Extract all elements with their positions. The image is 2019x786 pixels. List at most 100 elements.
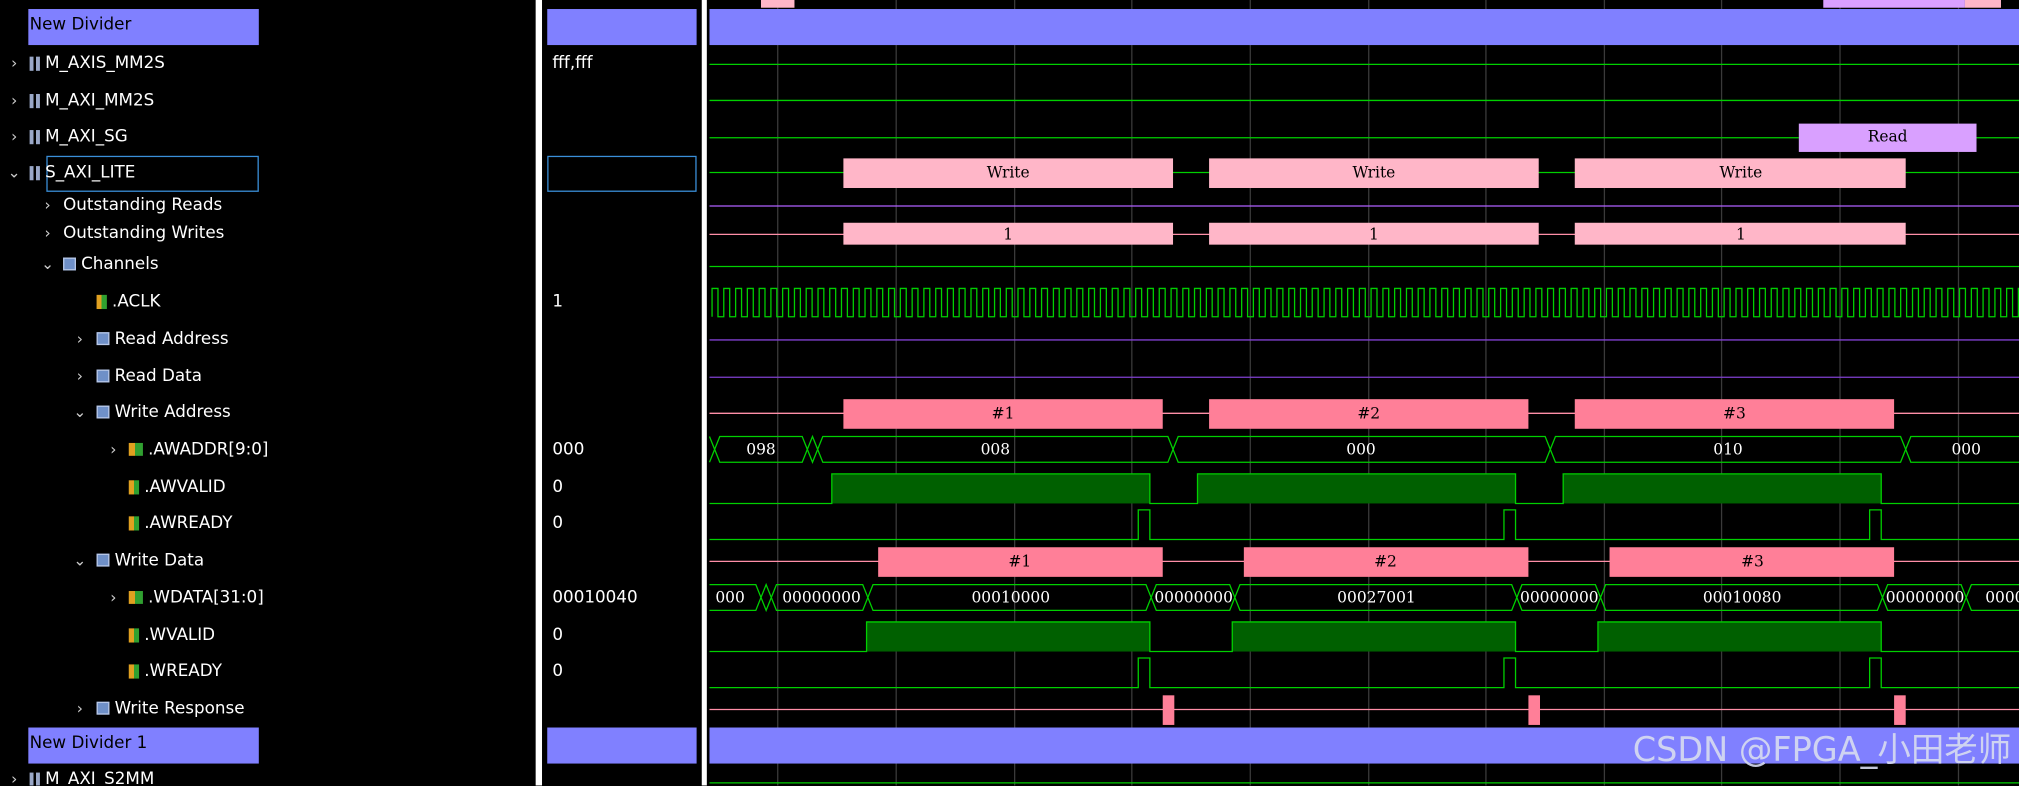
write-transaction-label: Write [1352,164,1395,182]
signal-wdata[interactable]: .WDATA[31:0] [128,585,264,611]
awaddr-value: 098 [746,441,775,459]
wdata-value: 00027001 [1337,589,1416,607]
write-transaction-label: Write [1719,164,1762,182]
aclk-waveform[interactable] [711,287,2019,318]
interface-icon [29,165,40,180]
interface-icon [29,771,40,786]
signal-label: .AWREADY [144,513,233,533]
divider-top[interactable]: New Divider [28,9,259,46]
wdata-value: 0000 [1985,589,2019,607]
signal-awaddr[interactable]: .AWADDR[9:0] [128,437,269,463]
group-icon [96,553,110,567]
outstanding-write-label: 1 [1369,225,1379,243]
write-data-label: #1 [1008,553,1031,571]
signal-outstanding-reads[interactable]: Outstanding Reads [63,192,222,218]
signal-wvalid[interactable]: .WVALID [128,622,215,648]
signal-m-axi-sg[interactable]: M_AXI_SG [29,124,128,150]
collapse-chevron-icon[interactable]: ⌄ [72,403,87,421]
signal-s-axi-lite[interactable]: S_AXI_LITE [29,160,136,186]
divider-top-value [547,9,697,46]
write-response-transaction[interactable] [1528,695,1541,725]
signal-write-data[interactable]: Write Data [96,547,204,573]
value-wready: 0 [552,661,564,681]
outstanding-write-label: 1 [1736,225,1746,243]
expand-chevron-icon[interactable]: › [6,54,21,72]
expand-chevron-icon[interactable]: › [106,440,121,458]
signal-label: Read Address [114,328,229,349]
interface-icon [29,129,40,144]
value-m-axis-mm2s: fff,fff [552,53,593,73]
waveform-canvas[interactable]: Read Write Write Write 1 1 1 #1 #2 #3 09… [707,0,2019,786]
expand-chevron-icon[interactable]: › [72,699,87,717]
expand-chevron-icon[interactable]: › [6,91,21,109]
awaddr-value: 000 [1346,441,1375,459]
waveform-pane[interactable]: Read Write Write Write 1 1 1 #1 #2 #3 09… [706,0,2019,786]
collapse-chevron-icon[interactable]: ⌄ [40,255,55,273]
watermark: CSDN @FPGA_小田老师 [1632,731,2012,771]
partial-transaction-top [1964,0,2001,8]
awvalid-high-fill [831,473,1150,504]
signal-channels[interactable]: Channels [63,251,159,277]
expand-chevron-icon[interactable]: › [40,196,55,214]
collapse-chevron-icon[interactable]: ⌄ [72,551,87,569]
divider-band-top [709,9,2019,46]
awvalid-high-fill [1197,473,1516,504]
signal-label: .AWADDR[9:0] [148,439,269,460]
group-icon [96,701,110,715]
expand-chevron-icon[interactable]: › [72,367,87,385]
outstanding-write-label: 1 [1003,225,1013,243]
divider-bottom[interactable]: New Divider 1 [28,727,259,764]
signal-awvalid[interactable]: .AWVALID [128,474,226,500]
expand-chevron-icon[interactable]: › [6,127,21,145]
wire-icon [128,515,140,530]
signal-m-axi-mm2s[interactable]: M_AXI_MM2S [29,88,155,114]
signal-aclk[interactable]: .ACLK [96,288,161,314]
signal-outstanding-writes[interactable]: Outstanding Writes [63,220,224,246]
write-data-label: #3 [1741,553,1764,571]
write-transaction-label: Write [987,164,1030,182]
signal-label: Outstanding Writes [63,223,225,243]
wdata-value: 00000000 [782,589,861,607]
wdata-value: 00000000 [1154,589,1233,607]
signal-label: Channels [81,254,159,274]
group-icon [96,332,110,346]
signal-write-response[interactable]: Write Response [96,695,245,721]
expand-chevron-icon[interactable]: › [72,330,87,348]
value-wvalid: 0 [552,625,564,645]
signal-m-axi-s2mm[interactable]: M_AXI_S2MM [29,766,155,786]
awaddr-value: 008 [981,441,1010,459]
partial-transaction-top [760,0,795,8]
wready-waveform[interactable] [709,657,2019,689]
signal-label: M_AXI_SG [45,126,128,147]
wdata-value: 00010000 [972,589,1051,607]
signal-write-address[interactable]: Write Address [96,399,231,425]
signal-read-address[interactable]: Read Address [96,326,229,352]
awready-waveform[interactable] [709,509,2019,541]
write-response-transaction[interactable] [1162,695,1175,725]
signal-m-axis-mm2s[interactable]: M_AXIS_MM2S [29,50,165,76]
write-response-transaction[interactable] [1894,695,1906,725]
signal-label: M_AXI_MM2S [45,90,155,111]
awaddr-value: 000 [1951,441,1980,459]
signal-awready[interactable]: .AWREADY [128,510,233,536]
signal-label: Read Data [114,366,202,386]
wire-icon [128,663,140,678]
wire-icon [128,627,140,642]
value-awready: 0 [552,513,564,533]
divider-bottom-value [547,727,697,764]
signal-read-data[interactable]: Read Data [96,363,202,389]
signal-label: M_AXI_S2MM [45,769,155,786]
collapse-chevron-icon[interactable]: ⌄ [6,164,21,182]
time-gridlines [777,0,1960,786]
signal-label: S_AXI_LITE [45,162,136,183]
expand-chevron-icon[interactable]: › [106,588,121,606]
expand-chevron-icon[interactable]: › [6,770,21,785]
group-icon [63,257,76,271]
bus-vector-icon [128,442,143,456]
signal-wready[interactable]: .WREADY [128,658,222,684]
expand-chevron-icon[interactable]: › [40,224,55,242]
signal-label: .ACLK [112,291,161,311]
interface-icon [29,93,40,108]
wdata-value: 00000000 [1886,589,1965,607]
awvalid-high-fill [1563,473,1882,504]
